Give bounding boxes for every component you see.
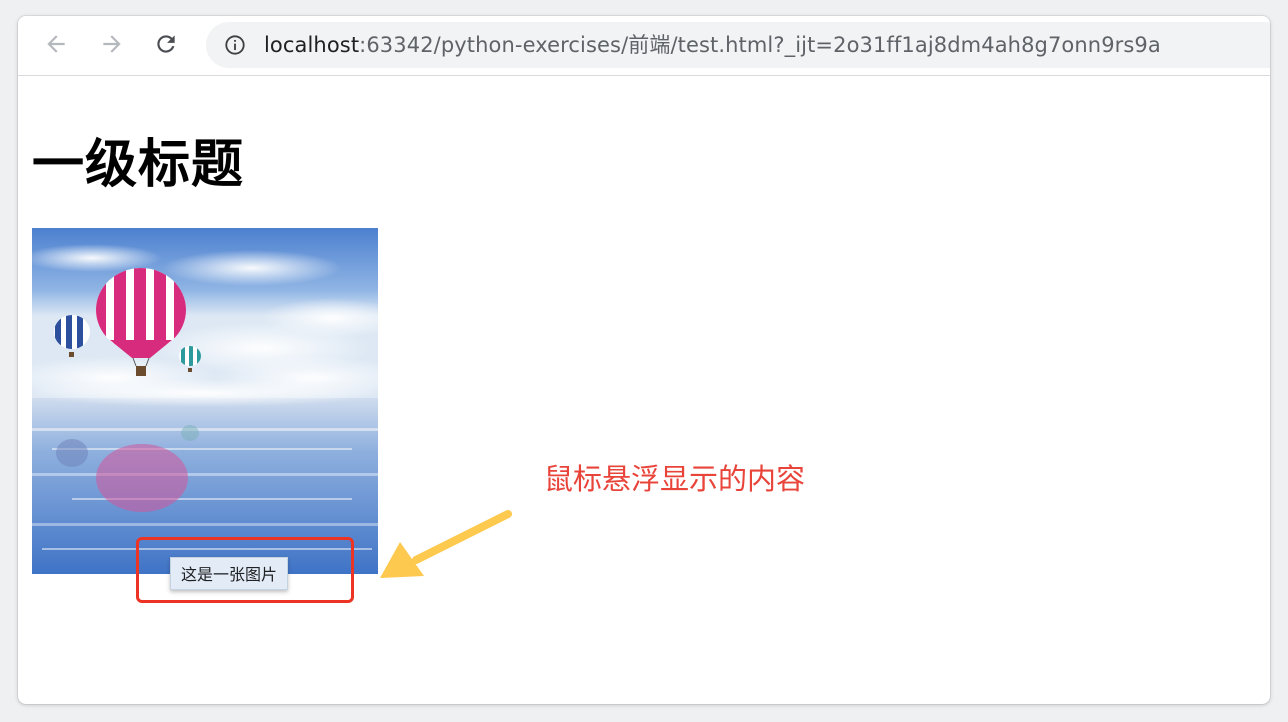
url-text[interactable]: localhost:63342/python-exercises/前端/test… bbox=[264, 22, 1161, 68]
reload-icon bbox=[157, 35, 175, 53]
highlight-box bbox=[136, 537, 354, 603]
page-heading: 一级标题 bbox=[32, 135, 245, 195]
url-path: :63342/python-exercises/前端/test.html?_ij… bbox=[359, 33, 1161, 57]
annotation-text: 鼠标悬浮显示的内容 bbox=[544, 462, 806, 496]
page-content: 一级标题 这是一张图片 鼠标悬浮显示的内容 bbox=[18, 76, 1270, 704]
info-circle-icon[interactable] bbox=[224, 34, 246, 56]
balloon-image[interactable] bbox=[32, 228, 378, 574]
forward-button[interactable] bbox=[94, 26, 130, 62]
reload-button[interactable] bbox=[148, 26, 184, 62]
browser-toolbar: localhost:63342/python-exercises/前端/test… bbox=[18, 16, 1270, 76]
arrow-annotation-icon bbox=[380, 510, 512, 578]
back-button[interactable] bbox=[38, 26, 74, 62]
address-bar[interactable]: localhost:63342/python-exercises/前端/test… bbox=[206, 22, 1270, 68]
browser-window: localhost:63342/python-exercises/前端/test… bbox=[18, 16, 1270, 704]
balloon-picture bbox=[32, 228, 378, 574]
url-host: localhost bbox=[264, 33, 360, 57]
arrow-left-icon bbox=[47, 35, 65, 53]
arrow-right-icon bbox=[103, 35, 121, 53]
